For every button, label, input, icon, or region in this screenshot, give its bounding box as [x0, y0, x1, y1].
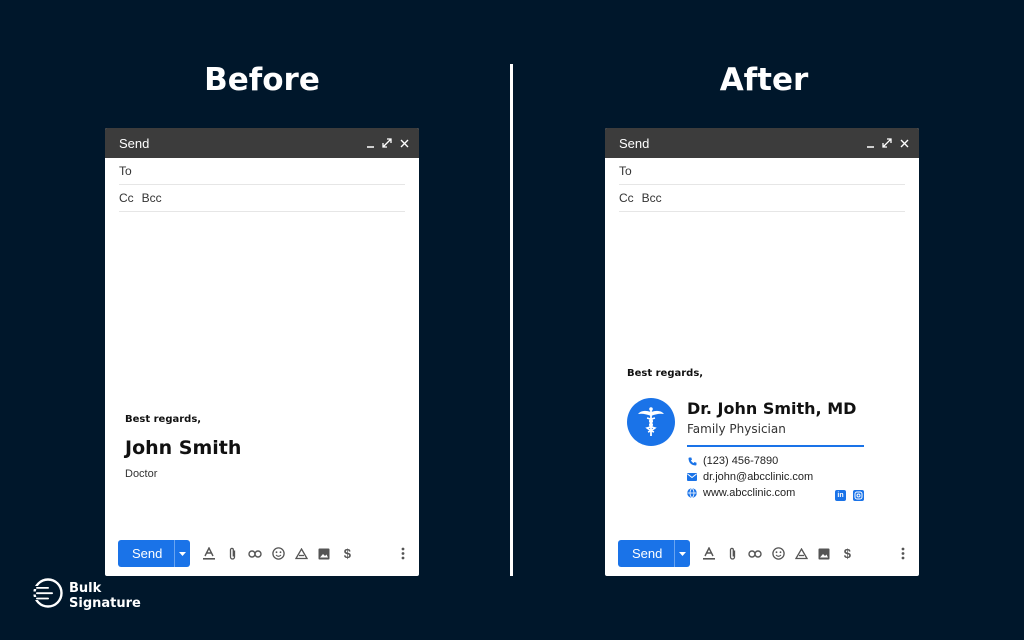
cc-bcc-field[interactable]: Cc Bcc	[119, 185, 405, 212]
more-vert-icon[interactable]	[898, 547, 908, 560]
more-vert-icon[interactable]	[398, 547, 408, 560]
signature-before: Best regards, John Smith Doctor	[125, 414, 241, 480]
phone-icon	[687, 456, 697, 466]
compose-header: Send	[605, 128, 919, 158]
close-icon[interactable]	[899, 137, 909, 149]
compose-toolbar: Send $	[118, 540, 408, 567]
emoji-icon[interactable]	[271, 547, 285, 561]
image-icon[interactable]	[817, 547, 831, 561]
link-icon[interactable]	[248, 547, 263, 561]
phone-text[interactable]: (123) 456-7890	[703, 455, 778, 467]
bcc-label[interactable]: Bcc	[642, 191, 662, 205]
send-options-icon[interactable]	[674, 540, 690, 567]
linkedin-icon[interactable]: in	[835, 490, 846, 501]
social-links: in	[835, 490, 864, 501]
email-row: dr.john@abcclinic.com	[687, 469, 813, 485]
closing-text: Best regards,	[125, 414, 202, 425]
cc-label[interactable]: Cc	[119, 191, 134, 205]
email-icon	[687, 472, 697, 482]
dollar-icon[interactable]: $	[840, 546, 854, 561]
signature-divider	[687, 445, 864, 447]
to-label: To	[619, 164, 632, 178]
compose-toolbar: Send $	[618, 540, 908, 567]
website-text[interactable]: www.abcclinic.com	[703, 487, 795, 499]
phone-row: (123) 456-7890	[687, 453, 813, 469]
send-label: Send	[132, 546, 163, 561]
send-button[interactable]: Send	[618, 540, 691, 567]
divider	[510, 64, 513, 576]
emoji-icon[interactable]	[771, 547, 785, 561]
expand-icon[interactable]	[882, 137, 892, 149]
brand-line1: Bulk	[69, 580, 102, 596]
drive-icon[interactable]	[294, 547, 308, 561]
brand-logo: Bulk Signature	[33, 578, 141, 613]
link-icon[interactable]	[748, 547, 763, 561]
compose-window-after: Send To Cc Bcc Best regards, Dr. John Sm…	[605, 128, 919, 576]
send-button[interactable]: Send	[118, 540, 191, 567]
closing-text: Best regards,	[627, 368, 704, 379]
text-format-icon[interactable]	[702, 547, 716, 561]
to-label: To	[119, 164, 132, 178]
dollar-icon[interactable]: $	[340, 546, 354, 561]
bcc-label[interactable]: Bcc	[142, 191, 162, 205]
attach-icon[interactable]	[725, 547, 739, 561]
before-heading: Before	[204, 62, 320, 98]
compose-header: Send	[105, 128, 419, 158]
drive-icon[interactable]	[794, 547, 808, 561]
send-options-icon[interactable]	[174, 540, 190, 567]
attach-icon[interactable]	[225, 547, 239, 561]
close-icon[interactable]	[399, 137, 409, 149]
signature-after: Best regards, Dr. John Smith, MD Family …	[627, 368, 907, 505]
send-label: Send	[632, 546, 663, 561]
signature-role: Doctor	[125, 468, 158, 480]
after-heading: After	[719, 62, 809, 98]
brand-line2: Signature	[69, 595, 141, 611]
cc-label[interactable]: Cc	[619, 191, 634, 205]
instagram-icon[interactable]	[853, 490, 864, 501]
signature-title: Family Physician	[687, 422, 786, 436]
website-row: www.abcclinic.com	[687, 485, 813, 501]
image-icon[interactable]	[317, 547, 331, 561]
compose-title: Send	[619, 135, 650, 151]
caduceus-icon	[627, 398, 675, 446]
cc-bcc-field[interactable]: Cc Bcc	[619, 185, 905, 212]
bulk-signature-logo-icon	[33, 578, 63, 613]
compose-window-before: Send To Cc Bcc Best regards, John Smith …	[105, 128, 419, 576]
signature-card: Dr. John Smith, MD Family Physician (123…	[627, 395, 907, 505]
minimize-icon[interactable]	[365, 137, 375, 149]
signature-name: Dr. John Smith, MD	[687, 399, 857, 418]
globe-icon	[687, 488, 697, 498]
expand-icon[interactable]	[382, 137, 392, 149]
to-field[interactable]: To	[619, 158, 905, 185]
minimize-icon[interactable]	[865, 137, 875, 149]
text-format-icon[interactable]	[202, 547, 216, 561]
email-text[interactable]: dr.john@abcclinic.com	[703, 471, 813, 483]
to-field[interactable]: To	[119, 158, 405, 185]
contact-list: (123) 456-7890 dr.john@abcclinic.com www…	[687, 453, 813, 501]
compose-title: Send	[119, 135, 150, 151]
signature-name: John Smith	[125, 437, 242, 459]
